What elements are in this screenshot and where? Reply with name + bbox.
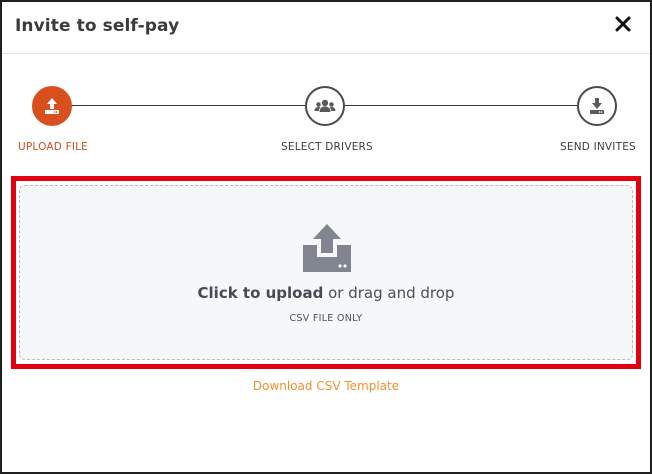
download-icon — [590, 98, 604, 114]
file-type-hint: CSV FILE ONLY — [289, 313, 363, 324]
close-icon — [615, 16, 631, 32]
invite-modal: Invite to self-pay UPLOAD FILE SELECT DR — [0, 0, 652, 474]
step-upload-file[interactable] — [32, 86, 72, 126]
modal-title: Invite to self-pay — [15, 16, 180, 36]
step-select-drivers[interactable] — [305, 86, 345, 126]
drag-drop-text: or drag and drop — [323, 284, 455, 302]
upload-tray-icon — [303, 224, 351, 272]
close-button[interactable] — [611, 12, 635, 36]
click-to-upload-link[interactable]: Click to upload — [198, 284, 324, 302]
step-send-invites[interactable] — [577, 86, 617, 126]
step-label-send-invites: SEND INVITES — [560, 141, 636, 153]
upload-icon — [45, 98, 59, 114]
upload-instructions: Click to upload or drag and drop — [2, 284, 650, 302]
step-label-select-drivers: SELECT DRIVERS — [281, 141, 373, 153]
step-label-upload: UPLOAD FILE — [18, 141, 88, 153]
file-dropzone[interactable] — [19, 185, 633, 360]
modal-header: Invite to self-pay — [2, 2, 650, 54]
download-csv-template-link[interactable]: Download CSV Template — [2, 379, 650, 393]
step-connector — [344, 105, 578, 106]
step-connector — [72, 105, 306, 106]
users-icon — [314, 99, 336, 112]
